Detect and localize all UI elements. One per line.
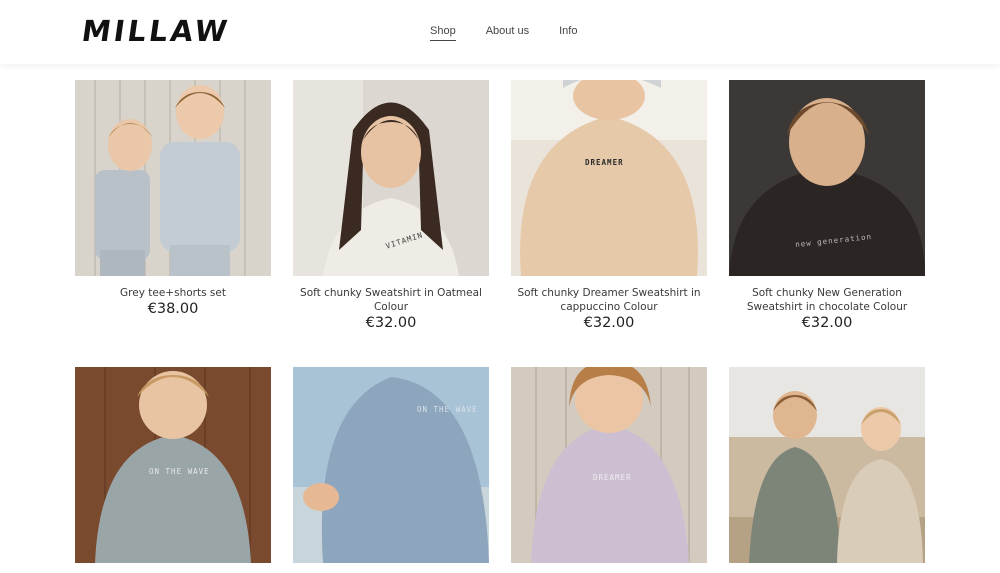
product-card[interactable]: ON THE WAVE [75,367,271,573]
product-image[interactable]: DREAMER [511,80,707,276]
product-grid: Grey tee+shorts set €38.00 VITAMIN Soft … [75,80,925,573]
nav-info[interactable]: Info [559,25,577,41]
site-header: MILLAW Shop About us Info [0,0,1000,64]
product-card[interactable]: VITAMIN Soft chunky Sweatshirt in Oatmea… [293,80,489,367]
product-image[interactable]: ON THE WAVE [293,367,489,563]
product-card[interactable]: ON THE WAVE [293,367,489,573]
product-card[interactable]: DREAMER [511,367,707,573]
product-card[interactable]: DREAMER Soft chunky Dreamer Sweatshirt i… [511,80,707,367]
product-price: €32.00 [365,315,417,331]
shirt-print: ON THE WAVE [149,467,210,476]
product-image[interactable]: new generation [729,80,925,276]
product-title[interactable]: Soft chunky Dreamer Sweatshirt in cappuc… [511,286,707,314]
product-image[interactable]: VITAMIN [293,80,489,276]
brand-logo[interactable]: MILLAW [80,14,233,48]
product-price: €32.00 [583,315,635,331]
nav-about-us[interactable]: About us [486,25,529,41]
product-card[interactable]: Grey tee+shorts set €38.00 [75,80,271,367]
product-title[interactable]: Soft chunky Sweatshirt in Oatmeal Colour [293,286,489,314]
product-card[interactable] [729,367,925,573]
shirt-print: DREAMER [593,473,632,482]
product-title[interactable]: Grey tee+shorts set [75,286,271,300]
product-image[interactable]: ON THE WAVE [75,367,271,563]
shirt-print: ON THE WAVE [417,405,478,414]
nav-shop[interactable]: Shop [430,25,456,41]
shirt-print: DREAMER [585,158,624,167]
product-image[interactable]: DREAMER [511,367,707,563]
main-nav: Shop About us Info [430,25,577,41]
product-title[interactable]: Soft chunky New Generation Sweatshirt in… [729,286,925,314]
product-price: €38.00 [147,301,199,317]
product-image[interactable] [75,80,271,276]
product-image[interactable] [729,367,925,563]
product-price: €32.00 [801,315,853,331]
product-card[interactable]: new generation Soft chunky New Generatio… [729,80,925,367]
